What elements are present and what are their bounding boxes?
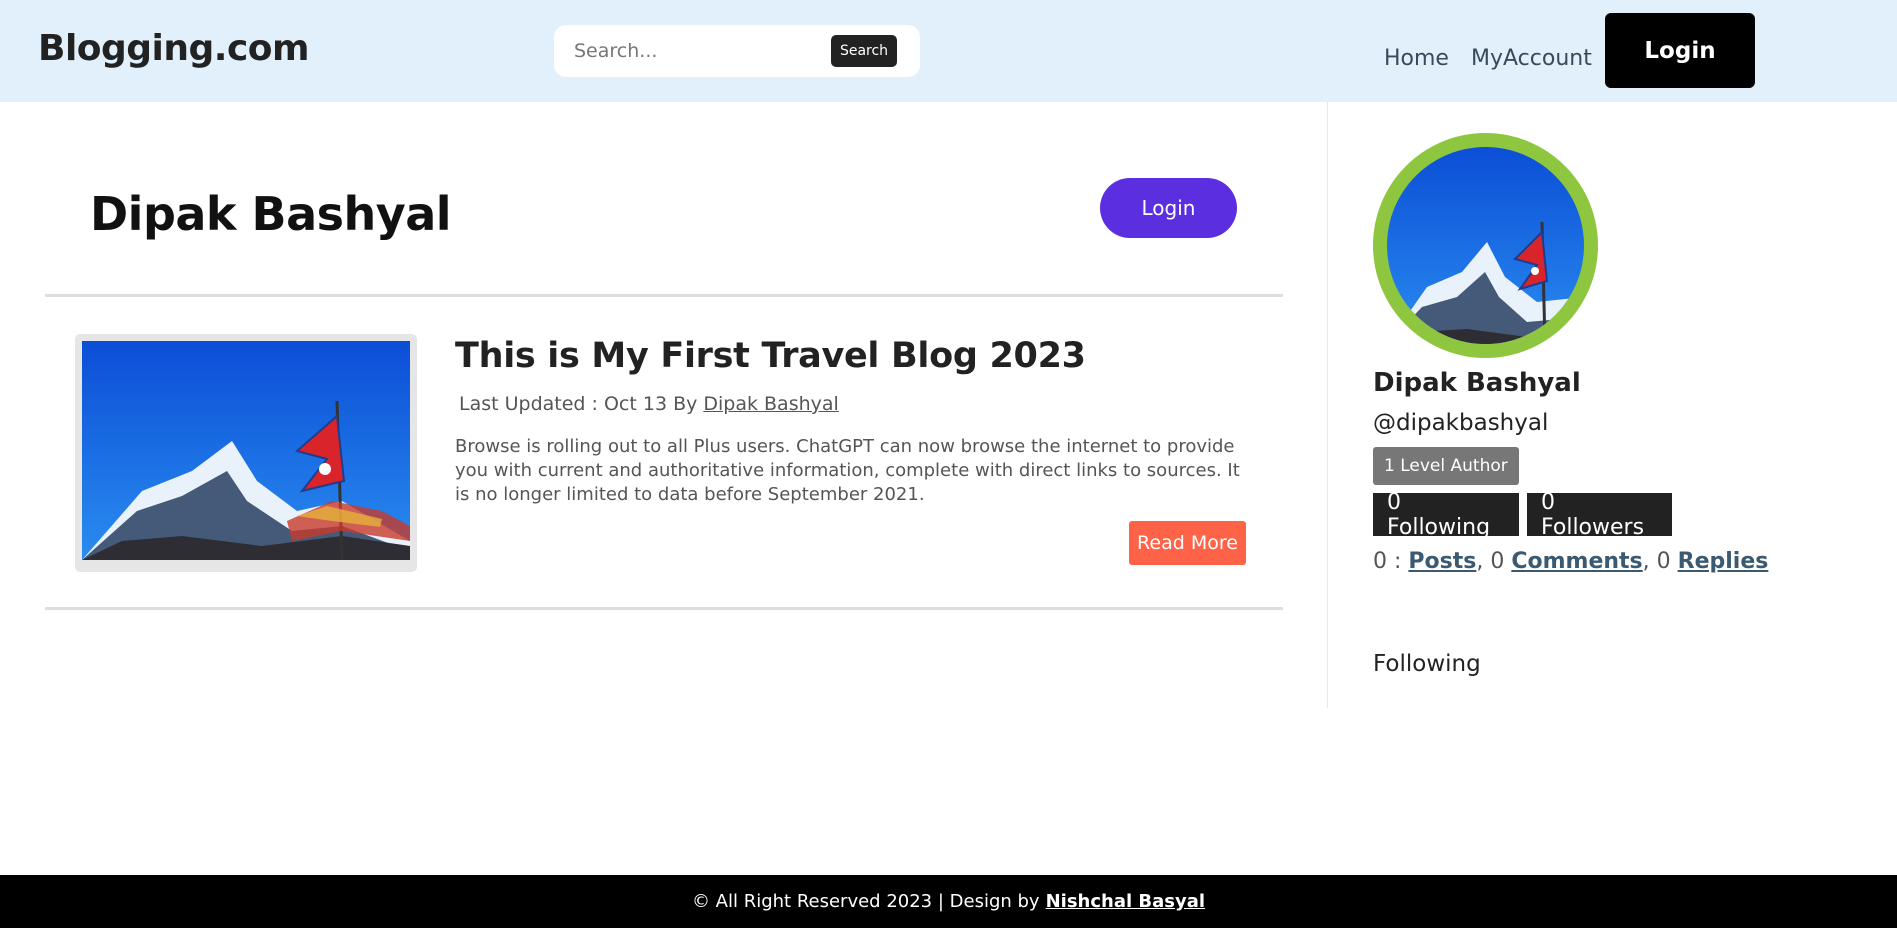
sidebar-author-name: Dipak Bashyal — [1373, 368, 1581, 398]
sidebar-author-handle: @dipakbashyal — [1373, 410, 1549, 436]
following-count-button[interactable]: 0 Following — [1373, 490, 1519, 540]
replies-count: , 0 — [1642, 549, 1671, 574]
comments-link[interactable]: Comments — [1511, 549, 1642, 574]
post-meta-prefix: Last Updated : Oct 13 By — [459, 393, 698, 415]
nav-home-link[interactable]: Home — [1384, 46, 1449, 71]
followers-count-button[interactable]: 0 Followers — [1527, 490, 1672, 540]
nav-myaccount-link[interactable]: MyAccount — [1471, 46, 1592, 71]
sidebar-divider — [1327, 102, 1328, 708]
activity-counts: 0 : Posts, 0 Comments, 0 Replies — [1373, 549, 1768, 574]
post-author-link[interactable]: Dipak Bashyal — [703, 393, 838, 415]
avatar — [1373, 133, 1598, 358]
posts-link[interactable]: Posts — [1408, 549, 1476, 574]
post-thumbnail[interactable] — [75, 334, 417, 572]
site-header: Blogging.com Search Home MyAccount Login — [0, 0, 1897, 102]
comments-count: , 0 — [1476, 549, 1505, 574]
profile-title: Dipak Bashyal — [90, 187, 452, 241]
following-section-heading: Following — [1373, 651, 1481, 677]
mountain-flag-image — [82, 341, 410, 560]
author-level-badge: 1 Level Author — [1373, 447, 1519, 485]
divider — [45, 607, 1283, 610]
site-brand[interactable]: Blogging.com — [38, 28, 310, 69]
divider — [45, 294, 1283, 297]
profile-login-button[interactable]: Login — [1100, 178, 1237, 238]
post-title[interactable]: This is My First Travel Blog 2023 — [455, 336, 1086, 376]
footer-copyright: © All Right Reserved 2023 | Design by — [691, 891, 1040, 912]
search-input[interactable] — [574, 35, 814, 67]
search-button[interactable]: Search — [831, 35, 897, 67]
post-meta: Last Updated : Oct 13 By Dipak Bashyal — [459, 393, 839, 415]
footer-designer-link[interactable]: Nishchal Basyal — [1046, 891, 1205, 912]
replies-link[interactable]: Replies — [1678, 549, 1769, 574]
avatar-image — [1387, 147, 1584, 344]
posts-count: 0 : — [1373, 549, 1402, 574]
read-more-button[interactable]: Read More — [1129, 521, 1246, 565]
post-excerpt: Browse is rolling out to all Plus users.… — [455, 436, 1240, 505]
header-login-button[interactable]: Login — [1605, 13, 1755, 88]
site-footer: © All Right Reserved 2023 | Design by Nis… — [0, 875, 1897, 928]
